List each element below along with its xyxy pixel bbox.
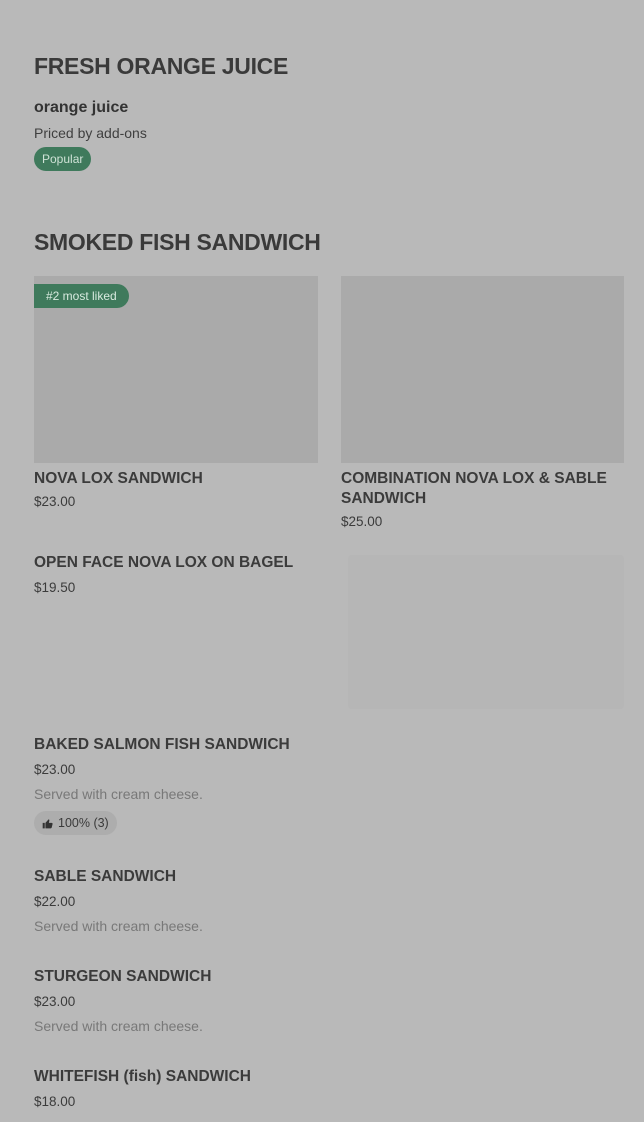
item-price: $23.00 — [34, 494, 76, 509]
menu-item-open-face-nova-lox[interactable]: OPEN FACE NOVA LOX ON BAGEL $19.50 — [34, 554, 293, 595]
item-name: COMBINATION NOVA LOX & SABLE SANDWICH — [341, 470, 607, 507]
item-price: $18.00 — [34, 1094, 76, 1109]
popular-badge: Popular — [34, 147, 92, 171]
section-title-fresh-orange-juice: FRESH ORANGE JUICE — [34, 53, 289, 79]
menu-item-baked-salmon-fish-sandwich[interactable]: BAKED SALMON FISH SANDWICH $23.00 Served… — [34, 736, 290, 835]
item-description: Served with cream cheese. — [34, 1018, 203, 1034]
menu-card-nova-lox-sandwich[interactable]: #2 most liked NOVA LOX SANDWICH $23.00 — [34, 276, 318, 509]
item-name: NOVA LOX SANDWICH — [34, 470, 203, 487]
menu-item-sable-sandwich[interactable]: SABLE SANDWICH $22.00 Served with cream … — [34, 868, 203, 934]
item-image: #2 most liked — [34, 276, 318, 463]
item-price: $19.50 — [34, 580, 76, 595]
item-price: $22.00 — [34, 894, 76, 909]
item-price: $25.00 — [341, 514, 383, 529]
menu-item-sturgeon-sandwich[interactable]: STURGEON SANDWICH $23.00 Served with cre… — [34, 968, 211, 1034]
item-name: WHITEFISH (fish) SANDWICH — [34, 1068, 251, 1085]
item-description: Priced by add-ons — [34, 125, 147, 141]
section-title-smoked-fish-sandwich: SMOKED FISH SANDWICH — [34, 229, 321, 255]
menu-item-whitefish-sandwich[interactable]: WHITEFISH (fish) SANDWICH $18.00 — [34, 1068, 251, 1109]
item-price: $23.00 — [34, 994, 76, 1009]
item-name: SABLE SANDWICH — [34, 868, 177, 885]
item-name: orange juice — [34, 99, 129, 116]
likes-text: 100% (3) — [58, 816, 109, 830]
item-description: Served with cream cheese. — [34, 918, 203, 934]
thumbs-up-icon — [42, 818, 53, 828]
most-liked-badge: #2 most liked — [34, 284, 129, 308]
item-name: STURGEON SANDWICH — [34, 968, 212, 985]
item-image — [341, 276, 624, 463]
menu-page: FRESH ORANGE JUICE orange juice Priced b… — [0, 0, 644, 1122]
item-name: OPEN FACE NOVA LOX ON BAGEL — [34, 554, 294, 571]
item-name: BAKED SALMON FISH SANDWICH — [34, 736, 290, 753]
item-description: Served with cream cheese. — [34, 786, 203, 802]
likes-badge: 100% (3) — [34, 811, 117, 835]
item-image — [348, 555, 624, 709]
menu-card-combination-nova-lox-sable[interactable]: COMBINATION NOVA LOX & SABLE SANDWICH $2… — [341, 276, 624, 529]
item-price: $23.00 — [34, 762, 76, 777]
